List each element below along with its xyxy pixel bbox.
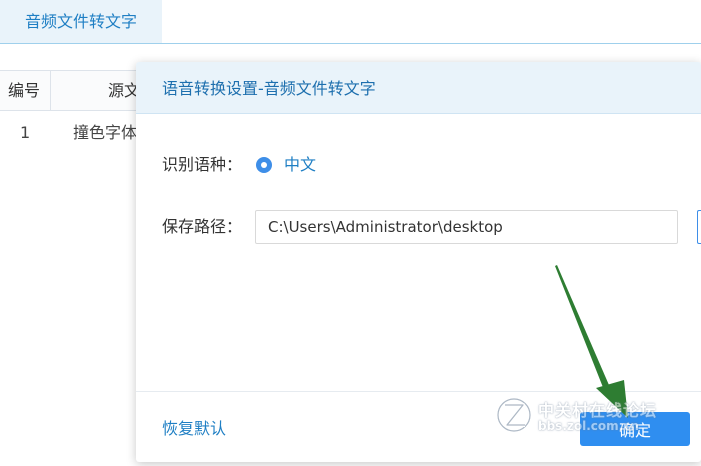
tab-bar: 音频文件转文字 [0, 0, 701, 44]
browse-button[interactable] [697, 210, 701, 244]
column-divider [50, 71, 51, 110]
language-option-chinese[interactable]: 中文 [284, 148, 316, 182]
dialog-title: 语音转换设置-音频文件转文字 [162, 79, 376, 98]
radio-selected-icon[interactable] [256, 157, 272, 173]
dialog-footer: 恢复默认 确定 [136, 391, 701, 462]
save-path-input[interactable] [255, 210, 678, 244]
language-label: 识别语种： [162, 155, 243, 174]
save-path-row: 保存路径： [162, 210, 701, 244]
radio-dot [261, 162, 267, 168]
confirm-button[interactable]: 确定 [580, 412, 690, 446]
row-source-file: 撞色字体 [73, 123, 138, 142]
save-path-label: 保存路径： [162, 217, 243, 236]
speech-conversion-settings-dialog: 语音转换设置-音频文件转文字 识别语种： 中文 保存路径： 恢复默认 确定 [136, 62, 701, 462]
column-header-index[interactable]: 编号 [8, 71, 40, 110]
language-row: 识别语种： 中文 [162, 148, 582, 182]
dialog-header: 语音转换设置-音频文件转文字 [136, 62, 701, 114]
tab-audio-to-text[interactable]: 音频文件转文字 [0, 0, 162, 43]
restore-defaults-button[interactable]: 恢复默认 [162, 414, 226, 444]
row-index: 1 [20, 123, 31, 142]
